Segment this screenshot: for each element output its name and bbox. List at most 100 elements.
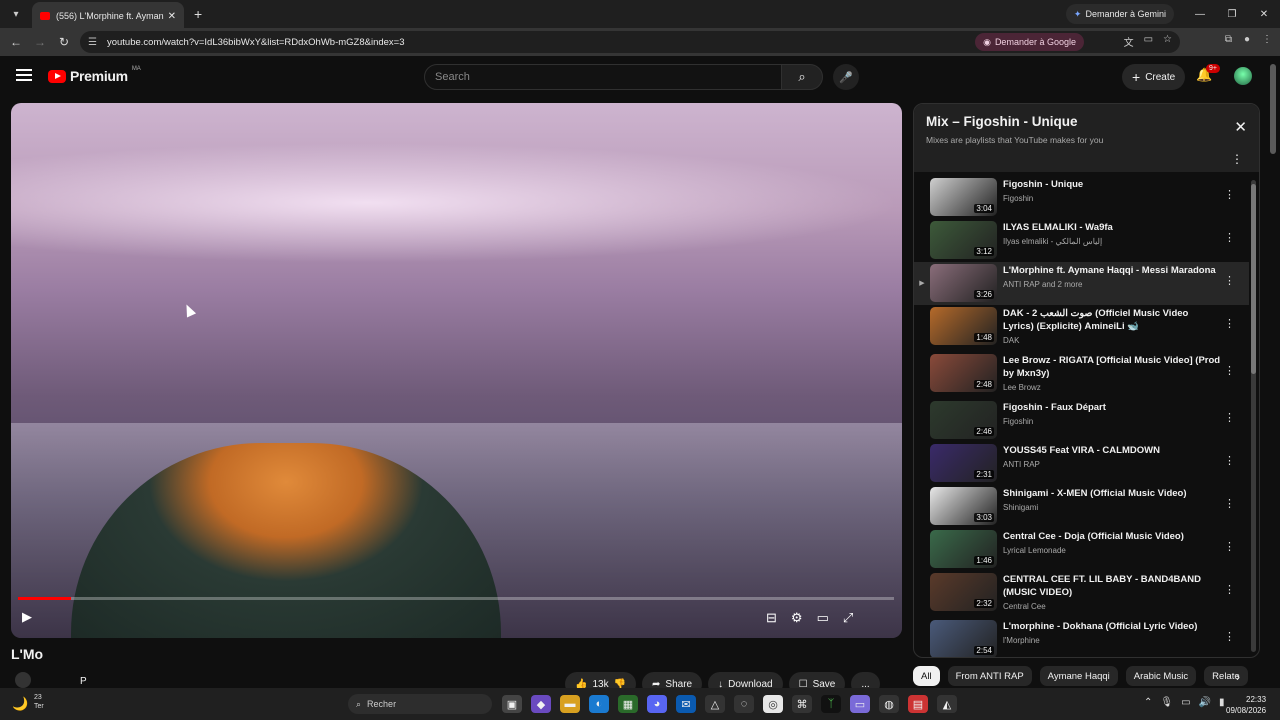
video-thumbnail[interactable]: 1:46 [930, 530, 997, 568]
game-controller-icon[interactable]: ⌘ [792, 695, 812, 713]
subtitles-icon[interactable]: ⊟ [766, 610, 777, 626]
video-thumbnail[interactable]: 2:32 [930, 573, 997, 611]
playlist-scrollbar[interactable] [1251, 180, 1256, 652]
youtube-premium-logo[interactable]: Premium MA [48, 66, 141, 84]
task-view-icon[interactable]: ▣ [502, 695, 522, 713]
playlist-item[interactable]: 3:12 ILYAS ELMALIKI - Wa9fa Ilyas elmaliki… [914, 219, 1249, 262]
file-explorer-icon[interactable]: ▬ [560, 695, 580, 713]
playlist-item[interactable]: 2:48 Lee Browz - RIGATA [Official Music V… [914, 352, 1249, 399]
weather-moon-icon[interactable]: 🌙 [12, 696, 28, 712]
gemini-button[interactable]: ✦ Demander à Gemini [1065, 4, 1174, 24]
app-icon-3[interactable]: ◍ [879, 695, 899, 713]
filter-chip[interactable]: From ANTI RAP [947, 666, 1032, 686]
item-menu-icon[interactable]: ⋮ [1224, 231, 1235, 244]
video-thumbnail[interactable]: 2:46 [930, 401, 997, 439]
address-bar[interactable]: ☰ youtube.com/watch?v=IdL36bibWxY&list=R… [80, 31, 1180, 53]
item-menu-icon[interactable]: ⋮ [1224, 497, 1235, 510]
copilot-icon[interactable]: ◆ [531, 695, 551, 713]
theater-mode-icon[interactable]: ▭ [817, 610, 829, 626]
video-thumbnail[interactable]: 1:48 [930, 307, 997, 345]
channel-avatar[interactable] [15, 672, 31, 688]
item-menu-icon[interactable]: ⋮ [1224, 274, 1235, 287]
mail-icon[interactable]: ✉ [676, 695, 696, 713]
video-player[interactable] [11, 103, 902, 638]
close-playlist-icon[interactable]: ✕ [1234, 118, 1247, 136]
playlist-item[interactable]: 1:48 DAK - 2 صوت الشعب (Officiel Music Vi… [914, 305, 1249, 352]
item-menu-icon[interactable]: ⋮ [1224, 630, 1235, 643]
item-menu-icon[interactable]: ⋮ [1224, 454, 1235, 467]
page-scrollbar[interactable] [1270, 60, 1278, 720]
guide-menu-icon[interactable] [16, 69, 32, 81]
tab-search-icon[interactable]: ▾ [4, 4, 28, 24]
chips-next-icon[interactable]: › [1236, 670, 1240, 684]
play-icon[interactable]: ▶ [22, 609, 42, 629]
voice-search-icon[interactable]: 🎤 [833, 64, 859, 90]
playlist-item[interactable]: 2:31 YOUSS45 Feat VIRA - CALMDOWN ANTI RAP… [914, 442, 1249, 485]
playlist-item[interactable]: 2:54 L'morphine - Dokhana (Official Lyric… [914, 618, 1249, 657]
edge-icon[interactable]: ◐ [589, 695, 609, 713]
new-tab-icon[interactable]: + [194, 6, 202, 22]
active-tab[interactable]: (556) L'Morphine ft. Aymane Haqqi - Mess… [32, 2, 184, 30]
playlist-menu-icon[interactable]: ⋮ [1231, 152, 1243, 166]
account-avatar[interactable] [1234, 67, 1252, 85]
app-icon-2[interactable]: ◌ [734, 695, 754, 713]
minimize-icon[interactable]: — [1184, 0, 1216, 28]
playlist-item[interactable]: 2:32 CENTRAL CEE FT. LIL BABY - BAND4BAND… [914, 571, 1249, 618]
weather-widget[interactable]: 23 Ter [34, 693, 44, 711]
profile-icon[interactable]: ● [1244, 34, 1250, 45]
forward-icon[interactable]: → [28, 35, 52, 49]
browser-menu-icon[interactable]: ⋮ [1262, 34, 1272, 45]
item-menu-icon[interactable]: ⋮ [1224, 411, 1235, 424]
translate-icon[interactable]: 文 [1124, 34, 1134, 49]
item-menu-icon[interactable]: ⋮ [1224, 188, 1235, 201]
store-icon[interactable]: ▦ [618, 695, 638, 713]
network-icon[interactable]: ▭ [1181, 697, 1190, 708]
bookmark-star-icon[interactable]: ☆ [1163, 34, 1172, 49]
item-menu-icon[interactable]: ⋮ [1224, 364, 1235, 377]
search-input[interactable]: Search [424, 64, 782, 90]
news-app-icon[interactable]: ▤ [908, 695, 928, 713]
nvidia-icon[interactable]: ᛉ [821, 695, 841, 713]
cast-icon[interactable]: ▭ [1144, 34, 1153, 49]
video-thumbnail[interactable]: 2:31 [930, 444, 997, 482]
item-menu-icon[interactable]: ⋮ [1224, 317, 1235, 330]
volume-icon[interactable]: 🔊 [1199, 697, 1211, 708]
window-close-icon[interactable]: ✕ [1248, 0, 1280, 28]
playlist-item[interactable]: ▶ 3:26 L'Morphine ft. Aymane Haqqi - Messi… [914, 262, 1249, 305]
playlist-item[interactable]: 2:46 Figoshin - Faux Départ Figoshin ⋮ [914, 399, 1249, 442]
fullscreen-icon[interactable]: ⤢ [843, 610, 853, 626]
settings-gear-icon[interactable]: ⚙ [791, 610, 803, 626]
microphone-icon[interactable]: 🎙 [1160, 697, 1173, 708]
filter-chip[interactable]: Aymane Haqqi [1039, 666, 1118, 686]
page-scroll-thumb[interactable] [1270, 64, 1276, 154]
chrome-icon[interactable]: ◎ [763, 695, 783, 713]
search-icon[interactable]: ⌕ [781, 64, 823, 90]
video-thumbnail[interactable]: 3:12 [930, 221, 997, 259]
filter-chip[interactable]: All [913, 666, 940, 686]
app-icon-1[interactable]: △ [705, 695, 725, 713]
app-icon-4[interactable]: ◭ [937, 695, 957, 713]
video-thumbnail[interactable]: 3:04 [930, 178, 997, 216]
discord-icon[interactable]: ◕ [647, 695, 667, 713]
maximize-icon[interactable]: ❐ [1216, 0, 1248, 28]
reload-icon[interactable]: ↻ [52, 35, 76, 49]
back-icon[interactable]: ← [4, 35, 28, 49]
playlist-scroll-thumb[interactable] [1251, 184, 1256, 374]
taskbar-clock[interactable]: 22:33 09/08/2026 [1226, 694, 1266, 716]
video-thumbnail[interactable]: 3:03 [930, 487, 997, 525]
channel-name[interactable]: P [80, 676, 87, 687]
video-thumbnail[interactable]: 3:26 [930, 264, 997, 302]
playlist-item[interactable]: 3:04 Figoshin - Unique Figoshin ⋮ [914, 176, 1249, 219]
item-menu-icon[interactable]: ⋮ [1224, 583, 1235, 596]
filter-chip[interactable]: Relate [1204, 666, 1248, 686]
site-info-icon[interactable]: ☰ [88, 37, 97, 48]
item-menu-icon[interactable]: ⋮ [1224, 540, 1235, 553]
video-thumbnail[interactable]: 2:48 [930, 354, 997, 392]
streaming-app-icon[interactable]: ▭ [850, 695, 870, 713]
tab-close-icon[interactable]: ✕ [168, 11, 176, 22]
battery-icon[interactable]: ▮ [1219, 697, 1225, 708]
video-progress-bar[interactable] [18, 597, 894, 600]
playlist-item[interactable]: 1:46 Central Cee - Doja (Official Music V… [914, 528, 1249, 571]
extensions-icon[interactable]: ⧉ [1225, 34, 1232, 45]
video-thumbnail[interactable]: 2:54 [930, 620, 997, 657]
